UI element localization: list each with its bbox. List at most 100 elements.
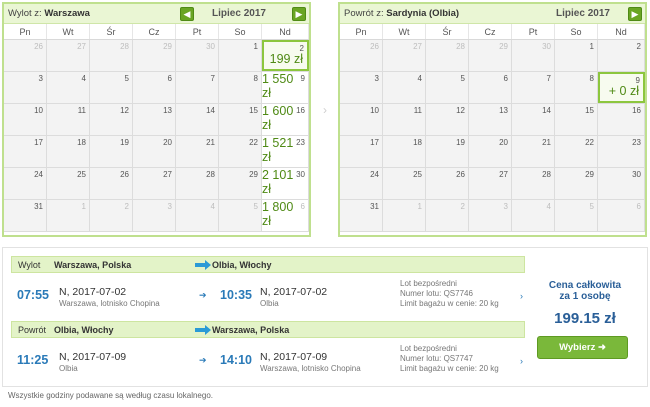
day-number: 2 (460, 202, 465, 211)
return-day-cell: 2 (426, 200, 469, 231)
return-day-cell: 23 (598, 136, 645, 167)
return-weekday: Cz (469, 24, 512, 39)
return-weekday-header: Pn Wt Śr Cz Pt So Nd (340, 24, 645, 40)
day-number: 29 (585, 170, 594, 179)
outbound-day-cell: 13 (133, 104, 176, 135)
return-day-cell: 3 (469, 200, 512, 231)
outbound-weekday: Pt (176, 24, 219, 39)
return-from: Olbia, Włochy (54, 325, 114, 335)
day-number: 5 (253, 202, 258, 211)
day-number: 17 (34, 138, 43, 147)
outbound-arr-time: 10:35 (220, 288, 252, 302)
day-number: 31 (34, 202, 43, 211)
day-number: 3 (167, 202, 172, 211)
outbound-leg[interactable]: 07:55 N, 2017-07-02 Warszawa, lotnisko C… (11, 276, 525, 318)
day-number: 3 (503, 202, 508, 211)
outbound-day-cell-priced[interactable]: 61 800 zł (262, 200, 309, 231)
return-weekday: So (555, 24, 598, 39)
day-number: 21 (542, 138, 551, 147)
return-day-cell: 4 (383, 72, 426, 103)
day-number: 4 (81, 74, 86, 83)
outbound-day-cell: 26 (4, 40, 47, 71)
day-number: 26 (370, 42, 379, 51)
return-day-cell: 26 (426, 168, 469, 199)
day-number: 27 (163, 170, 172, 179)
day-number: 28 (456, 42, 465, 51)
day-number: 20 (499, 138, 508, 147)
return-to: Warszawa, Polska (212, 325, 290, 335)
arrow-right-icon: ➜ (597, 342, 606, 353)
day-number: 12 (120, 106, 129, 115)
outbound-day-cell: 11 (47, 104, 90, 135)
return-calendar: Powrót z: Sardynia (Olbia) Lipiec 2017 ▶… (338, 2, 647, 237)
outbound-day-cell: 2 (90, 200, 133, 231)
outbound-day-cell: 25 (47, 168, 90, 199)
return-day-cell: 28 (426, 40, 469, 71)
next-month-button[interactable]: ▶ (292, 7, 306, 21)
day-number: 23 (632, 138, 641, 147)
day-number: 30 (206, 42, 215, 51)
day-number: 20 (163, 138, 172, 147)
outbound-day-cell-priced[interactable]: 16 1 600 zł (262, 104, 309, 135)
outbound-day-cell-priced[interactable]: 30 2 101 zł (262, 168, 309, 199)
day-number: 4 (546, 202, 551, 211)
return-dep-place: Olbia (59, 364, 78, 373)
day-number: 30 (542, 42, 551, 51)
return-day-cell: 1 (383, 200, 426, 231)
outbound-week-row: 10 11 12 13 14 15 16 1 600 zł (4, 104, 309, 136)
day-number: 4 (417, 74, 422, 83)
return-day-cell-priced[interactable]: 9 + 0 zł (598, 72, 645, 103)
day-number: 5 (460, 74, 465, 83)
return-day-cell: 22 (555, 136, 598, 167)
return-week-row: 26 27 28 29 30 1 2 (340, 40, 645, 72)
outbound-arr-place: Olbia (260, 299, 279, 308)
outbound-from: Warszawa, Polska (54, 260, 132, 270)
return-day-cell: 24 (340, 168, 383, 199)
return-week-row: 31 1 2 3 4 5 6 (340, 200, 645, 232)
return-day-cell: 17 (340, 136, 383, 167)
outbound-day-cell: 5 (90, 72, 133, 103)
return-next-month-button[interactable]: ▶ (628, 7, 642, 21)
day-number: 4 (210, 202, 215, 211)
arrow-right-icon: ➔ (199, 290, 207, 300)
prev-month-button[interactable]: ◀ (180, 7, 194, 21)
outbound-day-cell-priced[interactable]: 91 550 zł (262, 72, 309, 103)
return-day-cell: 31 (340, 200, 383, 231)
day-price: 1 550 zł (262, 72, 294, 100)
day-number: 17 (370, 138, 379, 147)
return-leg[interactable]: 11:25 N, 2017-07-09 Olbia ➔ 14:10 N, 201… (11, 341, 525, 383)
day-number: 14 (542, 106, 551, 115)
return-calendar-title: Powrót z: Sardynia (Olbia) (344, 8, 460, 19)
return-week-row: 17 18 19 20 21 22 23 (340, 136, 645, 168)
day-number: 18 (77, 138, 86, 147)
day-number: 7 (210, 74, 215, 83)
day-number: 1 (81, 202, 86, 211)
outbound-day-cell: 1 (219, 40, 262, 71)
outbound-day-cell: 29 (219, 168, 262, 199)
outbound-day-cell: 8 (219, 72, 262, 103)
outbound-day-cell-priced[interactable]: 2 199 zł (262, 40, 309, 71)
total-label-line1: Cena całkowita (548, 280, 622, 291)
select-button[interactable]: Wybierz ➜ (537, 336, 628, 359)
outbound-dep-date: N, 2017-07-02 (59, 286, 127, 298)
day-number: 18 (413, 138, 422, 147)
outbound-weekday: So (219, 24, 262, 39)
outbound-day-cell: 4 (47, 72, 90, 103)
day-price: 1 800 zł (262, 200, 294, 228)
day-number: 5 (589, 202, 594, 211)
outbound-day-cell: 17 (4, 136, 47, 167)
day-number: 28 (206, 170, 215, 179)
day-number: 30 (632, 170, 641, 179)
outbound-label: Wylot (18, 260, 41, 270)
flight-summary: Wylot Warszawa, Polska Olbia, Włochy 07:… (2, 247, 648, 387)
day-number: 6 (503, 74, 508, 83)
outbound-day-cell: 27 (47, 40, 90, 71)
day-number: 26 (456, 170, 465, 179)
outbound-weekday: Wt (47, 24, 90, 39)
outbound-day-cell: 24 (4, 168, 47, 199)
return-day-cell: 27 (469, 168, 512, 199)
return-day-cell: 5 (426, 72, 469, 103)
return-day-cell: 3 (340, 72, 383, 103)
outbound-day-cell-priced[interactable]: 23 1 521 zł (262, 136, 309, 167)
day-number: 11 (413, 106, 422, 115)
